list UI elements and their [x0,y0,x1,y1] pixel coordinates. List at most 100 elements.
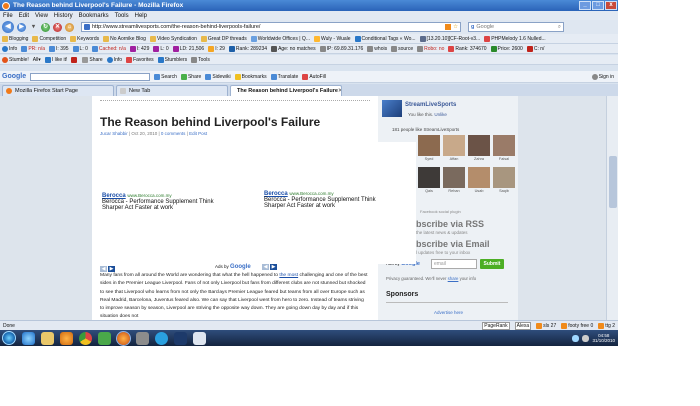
tab-liverpool[interactable]: The Reason behind Liverpool's Failure✕ [230,84,342,96]
stumble-share[interactable]: Share [82,56,103,63]
pagerank-indicator[interactable]: PageRank [482,321,510,330]
stumble-dislike[interactable] [71,56,78,63]
bookmark-video-syndication[interactable]: Video Syndication [149,35,197,42]
forward-button[interactable]: ▶ [17,22,26,32]
footy-counter[interactable]: footy free 0 [561,322,593,329]
bookmark-no-aornike[interactable]: No Aornike Blog [103,35,146,42]
facebook-page-name[interactable]: StreamLiveSports [405,102,456,108]
facebook-fan[interactable]: Qais [418,167,440,195]
stumble-info[interactable]: Info [106,56,122,63]
rss-icon[interactable] [445,24,452,30]
menu-view[interactable]: View [35,13,48,19]
history-dropdown-icon[interactable]: ▾ [29,22,38,32]
facebook-fan[interactable]: Rehan [443,167,465,195]
submit-button[interactable]: Submit [479,259,504,269]
start-button[interactable] [2,331,16,345]
facebook-fan[interactable]: Zahra [468,135,490,163]
chrome-icon[interactable] [79,331,92,345]
menu-bookmarks[interactable]: Bookmarks [79,13,109,19]
folder-icon[interactable] [41,331,54,345]
seo-robots[interactable]: Robo: no [417,45,444,52]
internet-explorer-icon[interactable] [22,331,35,345]
unlike-link[interactable]: Unlike [434,112,447,117]
vertical-scrollbar[interactable] [606,96,618,320]
tab-new-tab[interactable]: New Tab [116,84,228,96]
prev-ad-icon[interactable]: ◀ [262,264,269,270]
media-player-icon[interactable] [60,331,73,345]
bookmark-competition[interactable]: Competition [32,35,66,42]
subscribe-rss-heading[interactable]: bscribe via RSS [416,219,484,229]
seo-index[interactable]: I: 395 [49,45,69,52]
stumble-stumblers[interactable]: Stumblers [157,56,187,63]
menu-tools[interactable]: Tools [115,13,129,19]
stop-icon[interactable]: ✕ [53,22,62,32]
address-bar[interactable]: http://www.streamlivesports.com/the-reas… [81,22,461,32]
stumble-tools[interactable]: Tools [191,56,210,63]
close-tab-icon[interactable]: ✕ [338,88,341,94]
maximize-button[interactable]: □ [592,1,604,10]
menu-edit[interactable]: Edit [19,13,29,19]
comments-link[interactable]: 0 comments [161,131,186,136]
subscribe-email-heading[interactable]: bscribe via Email [416,239,490,249]
facebook-fan[interactable]: Faisal [493,135,515,163]
seo-c[interactable]: C: n/ [526,45,544,52]
firefox-icon[interactable] [116,330,131,346]
seo-link-domains[interactable]: LD: 21,506 [172,45,204,52]
reload-icon[interactable]: ↻ [41,22,50,32]
bookmark-phpmelody[interactable]: PHPMelody 1.6 Nulled... [484,35,546,42]
ttg-counter[interactable]: ttg 2 [598,322,615,329]
menu-history[interactable]: History [54,13,73,19]
seo-source[interactable]: source [391,45,413,52]
notepad-icon[interactable] [193,331,206,345]
seo-cached[interactable]: Cached: n/a [91,45,126,52]
email-input[interactable]: email [430,259,477,269]
google-search-button[interactable]: Search [154,73,177,80]
seo-yahoo-links[interactable]: L: 0 [153,45,169,52]
next-ad-icon[interactable]: ▶ [270,264,277,270]
body-link[interactable]: the most [279,273,298,278]
skype-icon[interactable] [155,331,168,345]
ad-unit-right[interactable]: Berocca www.Berocca.com.my Berocca - Per… [264,191,394,209]
system-clock[interactable]: 04:58 31/10/2010 [592,333,615,343]
seo-ip[interactable]: IP: 69.89.31.176 [319,45,363,52]
app-icon[interactable] [136,331,149,345]
facebook-plugin-label[interactable]: Facebook social plugin [420,209,461,214]
google-autofill-button[interactable]: AutoFill [302,73,326,80]
tab-firefox-start[interactable]: Mozilla Firefox Start Page [2,84,114,96]
close-button[interactable]: x [605,1,617,10]
privacy-share-link[interactable]: share [448,276,459,281]
seo-age[interactable]: Age: no matches [271,45,316,52]
seo-price[interactable]: Price: 2600 [490,45,523,52]
ad-url[interactable]: www.Berocca.com.my [289,191,333,196]
facebook-fan[interactable]: Syed [418,135,440,163]
stumble-all[interactable]: All ▾ [33,57,41,63]
edit-post-link[interactable]: Edit Post [189,131,207,136]
minimize-button[interactable]: _ [579,1,591,10]
advertise-here-link[interactable]: Advertise here [434,310,463,315]
photoshop-icon[interactable] [174,331,187,345]
google-share-button[interactable]: Share [180,73,201,80]
seo-links[interactable]: L: 0 [72,45,88,52]
menu-file[interactable]: File [3,13,13,19]
seo-bing-index[interactable]: I: 29 [208,45,225,52]
back-button[interactable]: ◀ [2,21,14,33]
facebook-fan[interactable]: Saqib [493,167,515,195]
bookmark-star-icon[interactable]: ☆ [453,24,458,30]
seo-rank[interactable]: Rank: 289234 [228,45,267,52]
search-magnifier-icon[interactable]: ⌕ [558,24,561,31]
messenger-icon[interactable] [98,331,111,345]
ads-by-google-left[interactable]: Ads by Google [215,264,251,270]
facebook-fan[interactable]: Usab [468,167,490,195]
seo-info[interactable]: Info [2,45,17,52]
seo-rank-2[interactable]: Rank: 374670 [448,45,487,52]
seo-whois[interactable]: whois [367,45,387,52]
sls-counter[interactable]: sls 27 [536,322,556,329]
search-bar[interactable]: g Google ⌕ [468,22,564,32]
ad-unit-left[interactable]: Berocca www.Berocca.com.my Berocca - Per… [102,193,232,211]
bookmark-conditional[interactable]: Conditional Tags « Wo... [354,35,416,42]
bookmark-blogging[interactable]: Blogging [2,35,28,42]
facebook-fan[interactable]: Affan [443,135,465,163]
network-icon[interactable] [572,334,580,342]
alexa-indicator[interactable]: Alexa [514,321,532,330]
stumble-like[interactable]: I like it! [44,56,67,63]
